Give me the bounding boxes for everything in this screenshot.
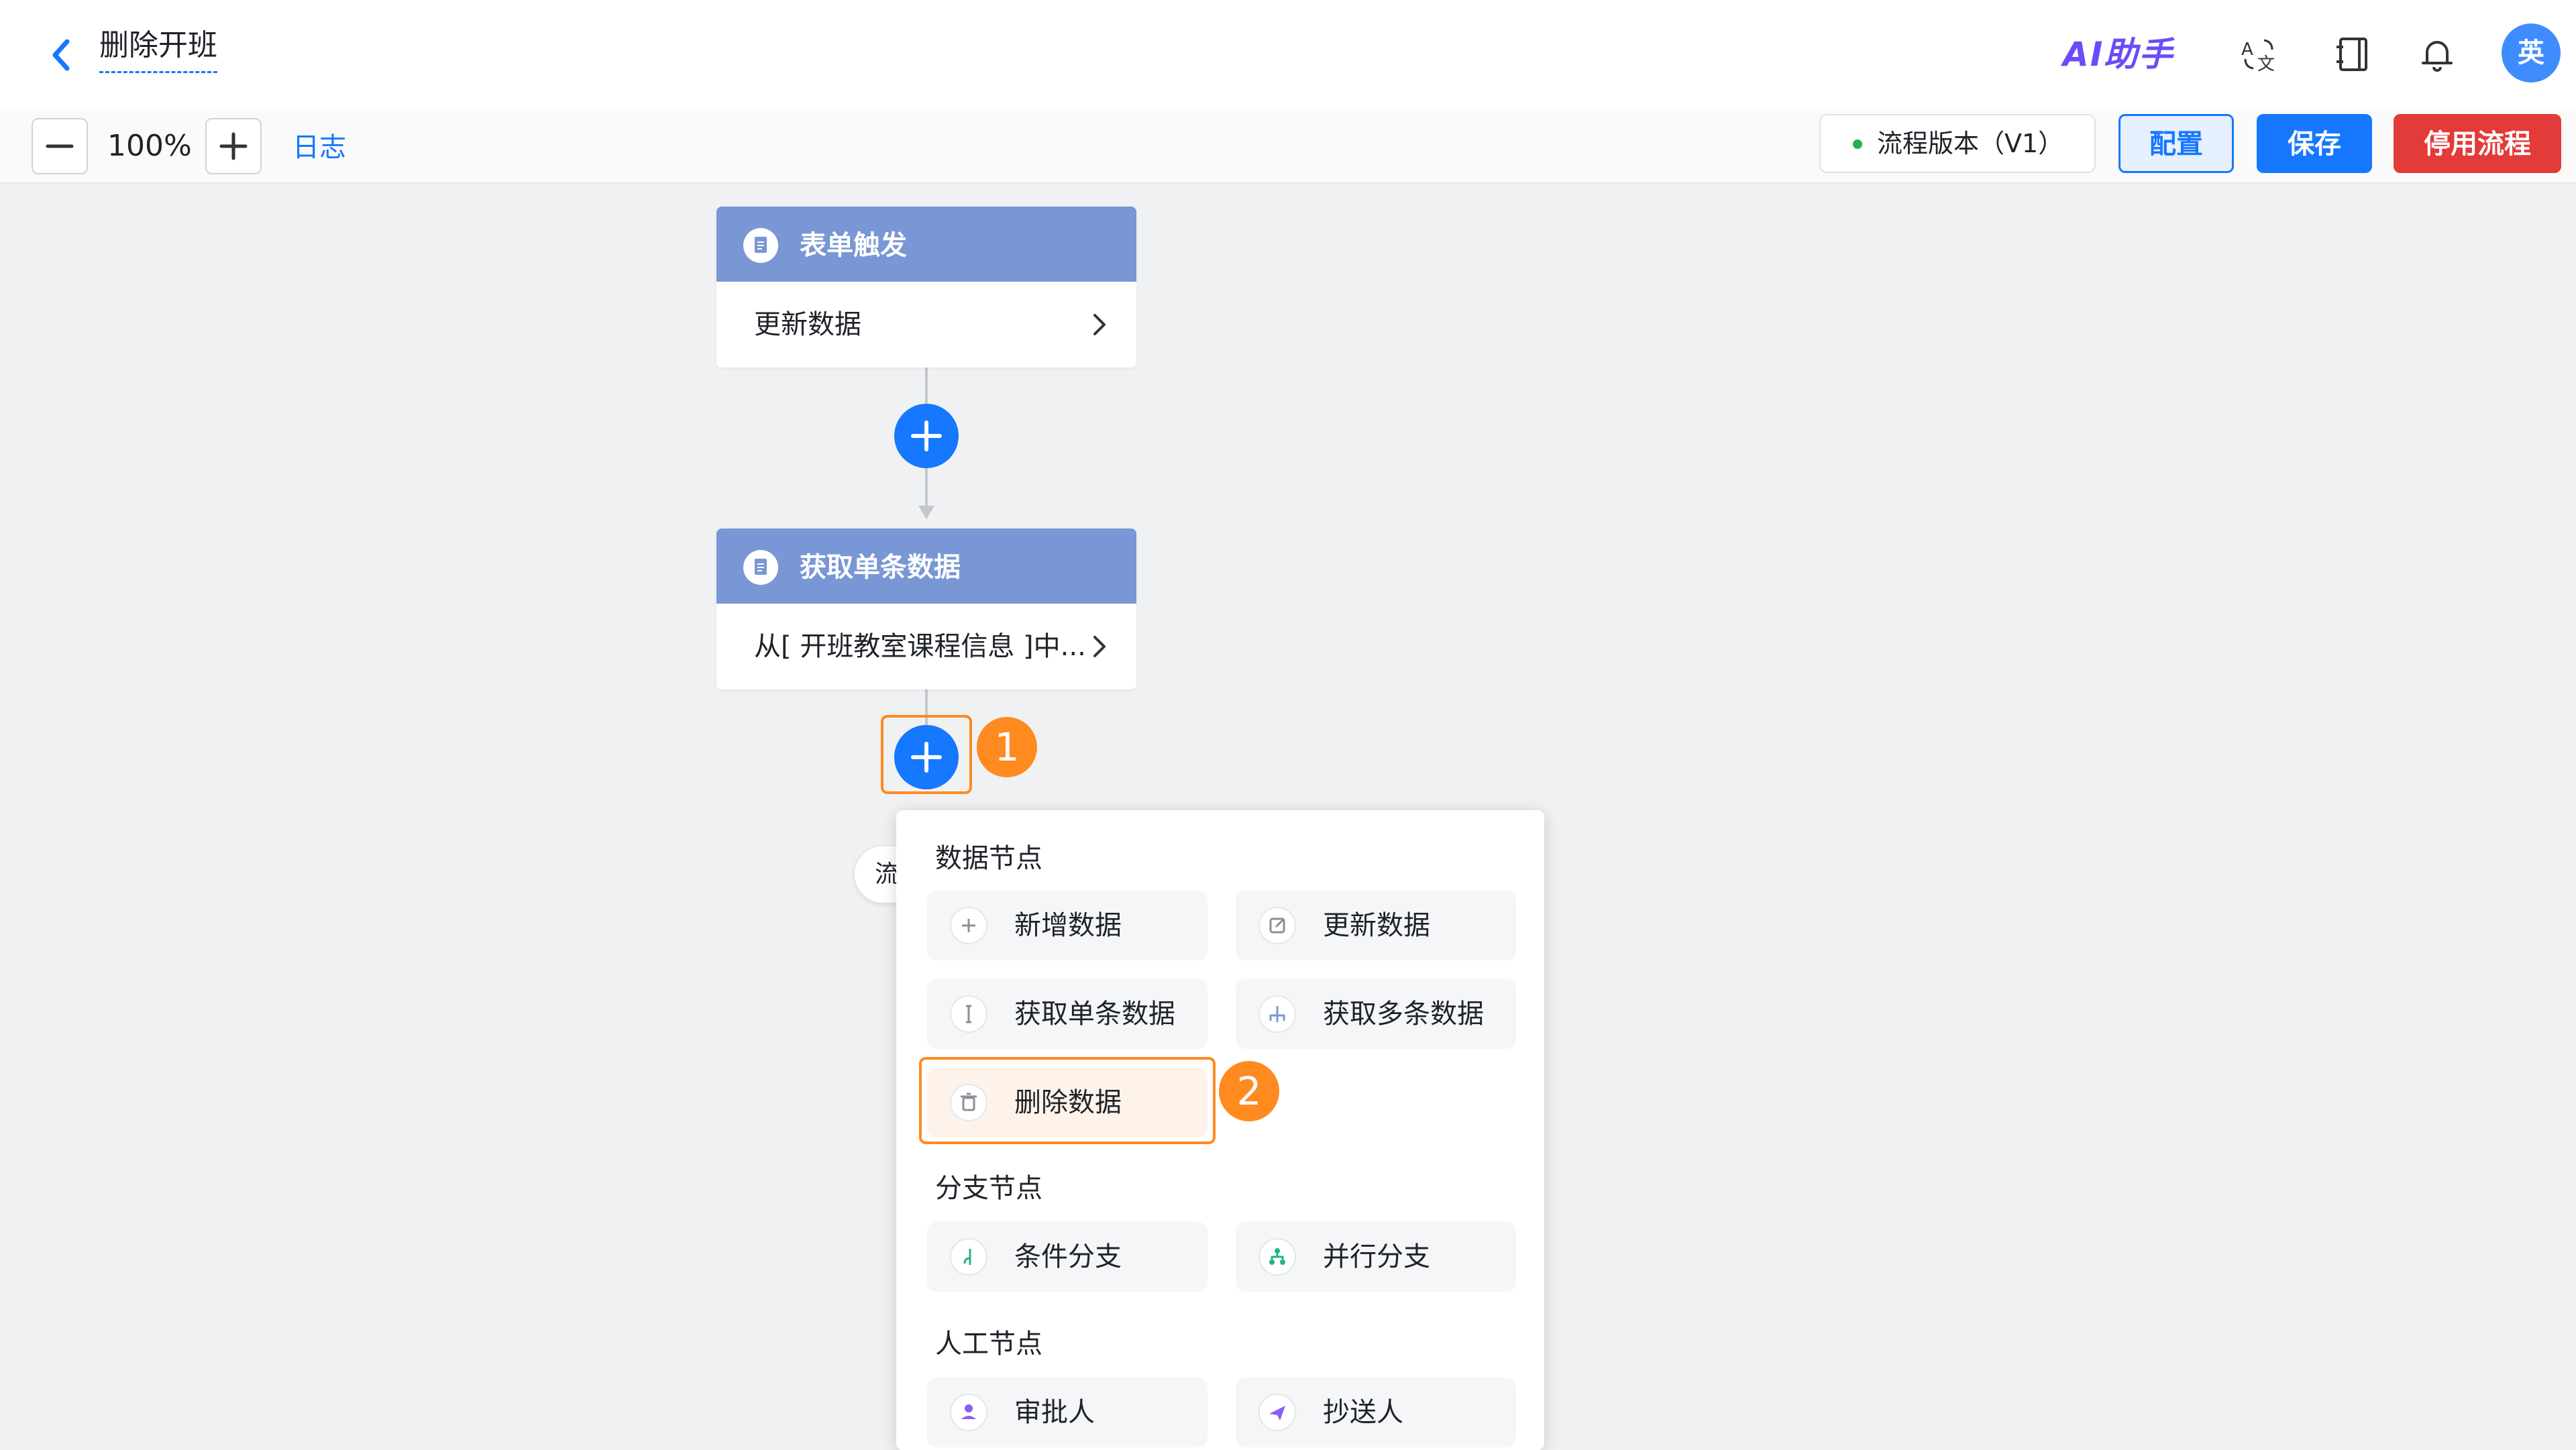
- menu-item-add-data[interactable]: 新增数据: [927, 891, 1208, 960]
- step-badge: 2: [1219, 1061, 1279, 1121]
- menu-item-label: 审批人: [1014, 1397, 1095, 1428]
- version-label: 流程版本（V1）: [1877, 129, 2064, 158]
- node-body[interactable]: 更新数据: [716, 282, 1136, 368]
- menu-item-condition-branch[interactable]: 条件分支: [927, 1222, 1208, 1292]
- chevron-right-icon: [1093, 636, 1106, 657]
- menu-item-cc[interactable]: 抄送人: [1236, 1378, 1516, 1447]
- node-header: 表单触发: [716, 207, 1136, 282]
- zoom-level: 100%: [107, 129, 192, 163]
- translate-icon[interactable]: A 文: [2237, 32, 2282, 76]
- back-button[interactable]: [40, 27, 87, 80]
- menu-item-label: 获取多条数据: [1323, 999, 1484, 1029]
- zoom-out-button[interactable]: [32, 118, 88, 174]
- section-title-manual-nodes: 人工节点: [935, 1329, 1042, 1359]
- menu-item-label: 条件分支: [1014, 1241, 1122, 1272]
- node-description: 更新数据: [754, 309, 861, 340]
- log-link[interactable]: 日志: [292, 126, 346, 169]
- menu-item-parallel-branch[interactable]: 并行分支: [1236, 1222, 1516, 1292]
- annotation-highlight: [881, 715, 972, 794]
- connector-line: [925, 468, 928, 508]
- bell-icon[interactable]: [2415, 32, 2459, 76]
- section-title-data-nodes: 数据节点: [935, 843, 1042, 874]
- status-dot: [1853, 140, 1862, 149]
- section-title-branch-nodes: 分支节点: [935, 1173, 1042, 1204]
- menu-item-label: 获取单条数据: [1014, 999, 1175, 1029]
- add-node-button[interactable]: [894, 404, 959, 468]
- connector-line: [925, 368, 928, 404]
- svg-text:文: 文: [2257, 54, 2275, 74]
- form-icon: [743, 550, 778, 585]
- menu-item-get-single-data[interactable]: 获取单条数据: [927, 979, 1208, 1049]
- chevron-left-icon: [52, 39, 70, 71]
- menu-item-label: 新增数据: [1014, 910, 1122, 941]
- config-button[interactable]: 配置: [2118, 114, 2234, 173]
- top-header: 删除开班 AI助手 A 文 英: [0, 0, 2576, 109]
- multi-data-icon: [1258, 995, 1296, 1033]
- approver-icon: [950, 1394, 987, 1431]
- node-title: 获取单条数据: [800, 552, 961, 583]
- cc-icon: [1258, 1394, 1296, 1431]
- node-description: 从[ 开班教室课程信息 ]中...: [754, 631, 1086, 662]
- menu-item-update-data[interactable]: 更新数据: [1236, 891, 1516, 960]
- menu-item-approver[interactable]: 审批人: [927, 1378, 1208, 1447]
- save-button[interactable]: 保存: [2257, 114, 2372, 173]
- page-title[interactable]: 删除开班: [99, 25, 217, 73]
- node-header: 获取单条数据: [716, 528, 1136, 604]
- step-badge: 1: [977, 717, 1037, 777]
- parallel-branch-icon: [1258, 1238, 1296, 1276]
- minus-icon: [46, 144, 74, 148]
- form-icon: [743, 228, 778, 263]
- arrow-down-icon: [918, 506, 934, 519]
- flow-node-trigger[interactable]: 表单触发 更新数据: [716, 207, 1136, 368]
- annotation-highlight: [919, 1057, 1216, 1144]
- ai-assistant-button[interactable]: AI助手: [2063, 31, 2174, 78]
- book-icon[interactable]: [2331, 32, 2375, 76]
- plus-icon: [911, 421, 942, 451]
- toolbar: 100% 日志 流程版本（V1） 配置 保存 停用流程: [0, 109, 2576, 184]
- node-title: 表单触发: [800, 230, 907, 261]
- svg-text:A: A: [2241, 40, 2253, 60]
- menu-item-label: 并行分支: [1323, 1241, 1430, 1272]
- chevron-right-icon: [1093, 314, 1106, 335]
- condition-branch-icon: [950, 1238, 987, 1276]
- plus-icon: [219, 132, 248, 160]
- flow-node-get-single-data[interactable]: 获取单条数据 从[ 开班教室课程信息 ]中...: [716, 528, 1136, 689]
- single-data-icon: [950, 995, 987, 1033]
- stop-flow-button[interactable]: 停用流程: [2394, 114, 2561, 173]
- menu-item-get-multi-data[interactable]: 获取多条数据: [1236, 979, 1516, 1049]
- edit-icon: [1258, 907, 1296, 944]
- version-selector[interactable]: 流程版本（V1）: [1819, 114, 2096, 173]
- menu-item-label: 更新数据: [1323, 910, 1430, 941]
- avatar[interactable]: 英: [2502, 23, 2561, 82]
- zoom-in-button[interactable]: [205, 118, 262, 174]
- node-body[interactable]: 从[ 开班教室课程信息 ]中...: [716, 604, 1136, 689]
- menu-item-label: 抄送人: [1323, 1397, 1403, 1428]
- plus-icon: [950, 907, 987, 944]
